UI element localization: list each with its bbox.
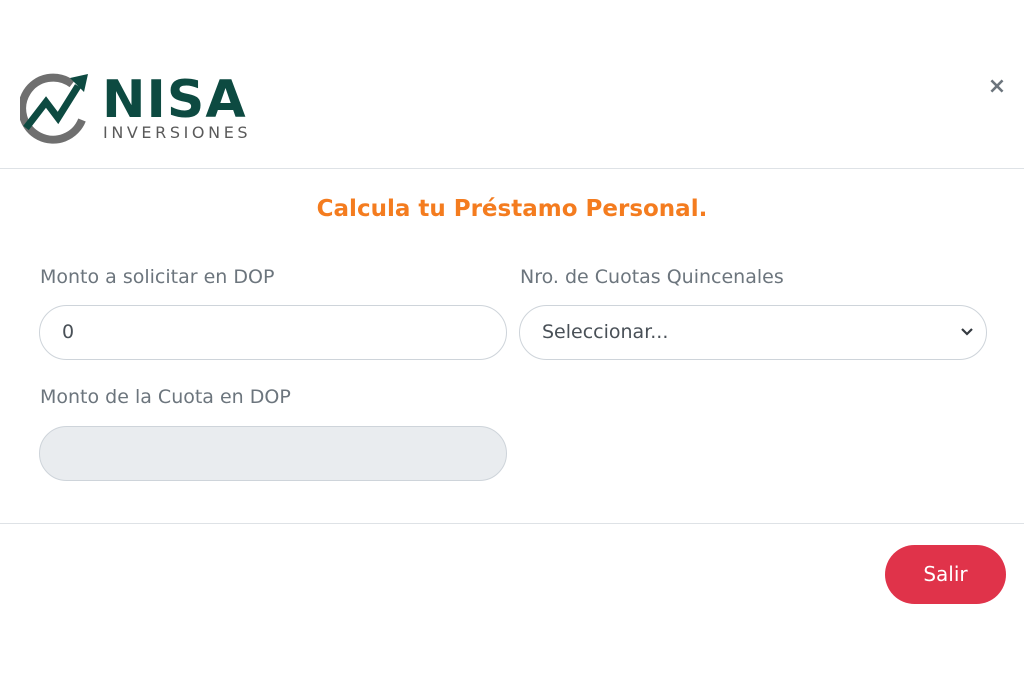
installments-label: Nro. de Cuotas Quincenales	[520, 266, 784, 288]
chevron-down-icon	[961, 328, 973, 336]
installment-amount-field	[39, 426, 507, 481]
installment-amount-label: Monto de la Cuota en DOP	[40, 386, 291, 408]
modal-header: NISA INVERSIONES ×	[0, 0, 1024, 169]
brand-name: NISA	[102, 70, 247, 130]
brand-subtitle: INVERSIONES	[103, 123, 252, 142]
exit-button[interactable]: Salir	[885, 545, 1006, 604]
modal-footer: Salir	[0, 523, 1024, 680]
amount-label: Monto a solicitar en DOP	[40, 266, 275, 288]
nisa-logo: NISA INVERSIONES	[20, 72, 260, 146]
installments-selected-value: Seleccionar...	[542, 321, 669, 343]
modal-body: Calcula tu Préstamo Personal. Monto a so…	[0, 170, 1024, 523]
close-icon[interactable]: ×	[984, 74, 1010, 100]
installments-select[interactable]: Seleccionar...	[519, 305, 987, 360]
loan-calculator-modal: NISA INVERSIONES × Calcula tu Préstamo P…	[0, 0, 1024, 680]
form-title: Calcula tu Préstamo Personal.	[316, 196, 708, 222]
amount-input[interactable]: 0	[39, 305, 507, 360]
nisa-logo-icon	[20, 73, 88, 144]
